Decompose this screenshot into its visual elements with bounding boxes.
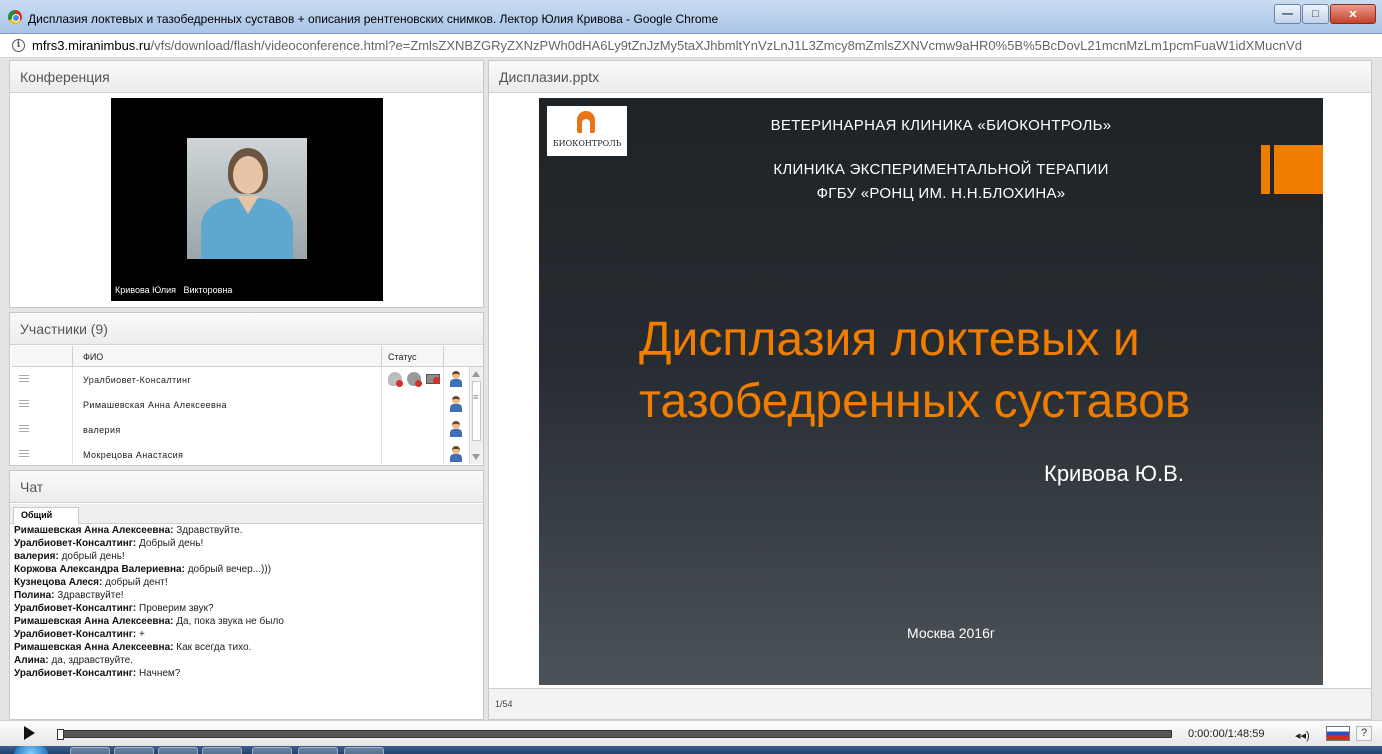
seek-bar[interactable] [60,730,1172,738]
url-path: /vfs/download/flash/videoconference.html… [150,38,1302,53]
table-row[interactable]: Римашевская Анна Алексеевна [12,392,483,417]
chat-tabs: Общий [10,504,483,524]
slide-decoration-block [1274,145,1323,194]
slide-header-clinic: ВЕТЕРИНАРНАЯ КЛИНИКА «БИОКОНТРОЛЬ» [770,117,1112,134]
presentation-title: Дисплазии.pptx [489,61,1371,93]
info-icon[interactable]: i [12,39,25,52]
chat-message: Римашевская Анна Алексеевна: Здравствуйт… [14,525,243,536]
speaker-photo [187,138,307,259]
drag-handle-icon[interactable] [19,375,29,382]
taskbar-item[interactable] [298,747,338,754]
scroll-up-icon[interactable] [472,371,480,377]
table-row[interactable]: Мокрецова Анастасия [12,442,483,464]
presentation-slide[interactable]: БИОКОНТРОЛЬ ВЕТЕРИНАРНАЯ КЛИНИКА «БИОКОН… [539,98,1323,685]
presentation-footer: 1/54 [489,688,1371,719]
playback-time: 0:00:00/1:48:59 [1188,728,1265,740]
participant-name: Римашевская Анна Алексеевна [83,400,227,410]
close-button[interactable]: ✕ [1330,4,1376,24]
volume-icon[interactable]: ◂◂) [1295,729,1315,742]
slide-header-clinic2: КЛИНИКА ЭКСПЕРИМЕНТАЛЬНОЙ ТЕРАПИИ [773,161,1109,178]
participants-panel: Участники (9) ФИО Статус Уралбиовет-Конс… [9,312,484,466]
screen-off-icon[interactable] [426,374,440,384]
table-row[interactable]: Уралбиовет-Консалтинг [12,367,483,392]
user-icon [449,396,463,412]
taskbar-item[interactable] [70,747,110,754]
url-domain: mfrs3.miranimbus.ru [32,38,151,53]
slide-city: Москва 2016г [907,625,995,641]
app-area: Конференция Кривова Юлия Викторовна Учас… [0,58,1382,720]
conference-panel: Конференция Кривова Юлия Викторовна [9,60,484,308]
drag-handle-icon[interactable] [19,425,29,432]
column-status-header[interactable]: Статус [388,352,416,362]
chat-message: Кузнецова Алеся: добрый дент! [14,577,168,588]
chat-title: Чат [10,471,483,503]
chat-message: Уралбиовет-Консалтинг: + [14,629,145,640]
microphone-off-icon[interactable] [388,372,403,387]
chat-panel: Чат Общий Римашевская Анна Алексеевна: З… [9,470,484,720]
clinic-logo-text: БИОКОНТРОЛЬ [552,139,622,148]
chat-log: Римашевская Анна Алексеевна: Здравствуйт… [14,524,480,680]
chrome-icon [8,10,22,24]
minimize-button[interactable]: — [1274,4,1301,24]
scroll-thumb[interactable] [472,381,481,441]
chat-message: Коржова Александра Валериевна: добрый ве… [14,564,272,575]
participant-name: Мокрецова Анастасия [83,450,184,460]
maximize-button[interactable]: □ [1302,4,1329,24]
url-text[interactable]: mfrs3.miranimbus.ru/vfs/download/flash/v… [32,38,1377,53]
window-controls: — □ ✕ [1274,4,1376,24]
taskbar-item[interactable] [158,747,198,754]
conference-title: Конференция [10,61,483,93]
taskbar-item[interactable] [344,747,384,754]
chat-message: Алина: да, здравствуйте. [14,655,133,666]
slide-title: Дисплазия локтевых и тазобедренных суста… [639,313,1191,428]
play-icon[interactable] [24,726,35,740]
scroll-down-icon[interactable] [472,454,480,460]
chat-message: Полина: Здравствуйте! [14,590,124,601]
slide-decoration-bar [1261,145,1270,194]
participant-name: валерия [83,425,121,435]
speaker-name: Кривова Юлия Викторовна [115,285,233,295]
participants-header: ФИО Статус [12,346,483,367]
address-bar[interactable]: i mfrs3.miranimbus.ru/vfs/download/flash… [0,34,1382,58]
help-button[interactable]: ? [1356,726,1372,741]
camera-off-icon[interactable] [407,372,422,387]
participants-title: Участники (9) [10,313,483,345]
drag-handle-icon[interactable] [19,400,29,407]
taskbar-item[interactable] [114,747,154,754]
window-titlebar: Дисплазия локтевых и тазобедренных суста… [0,0,1382,34]
speaker-video[interactable]: Кривова Юлия Викторовна [111,98,383,301]
user-icon [449,446,463,462]
page-counter: 1/54 [495,699,513,709]
drag-handle-icon[interactable] [19,450,29,457]
user-icon [449,421,463,437]
seek-handle[interactable] [57,729,64,740]
taskbar-item[interactable] [202,747,242,754]
russian-flag-icon[interactable] [1326,726,1350,741]
chat-message: валерия: добрый день! [14,551,125,562]
slide-header-institute: ФГБУ «РОНЦ ИМ. Н.Н.БЛОХИНА» [816,185,1066,202]
participant-name: Уралбиовет-Консалтинг [83,375,192,385]
presentation-panel: Дисплазии.pptx БИОКОНТРОЛЬ ВЕТЕРИНАРНАЯ … [488,60,1372,720]
chat-message: Римашевская Анна Алексеевна: Да, пока зв… [14,616,284,627]
column-name-header[interactable]: ФИО [83,352,103,362]
tab-general[interactable]: Общий [13,507,79,524]
slide-author: Кривова Ю.В. [1044,461,1184,486]
table-row[interactable]: валерия [12,417,483,442]
user-icon [449,371,463,387]
chat-message: Уралбиовет-Консалтинг: Начнем? [14,668,181,679]
chat-message: Уралбиовет-Консалтинг: Проверим звук? [14,603,214,614]
chat-message: Уралбиовет-Консалтинг: Добрый день! [14,538,204,549]
media-player-bar: 0:00:00/1:48:59 ◂◂) ? [0,720,1382,746]
participants-table: ФИО Статус Уралбиовет-Консалтинг Римашев [12,346,483,464]
chat-message: Римашевская Анна Алексеевна: Как всегда … [14,642,252,653]
start-icon[interactable] [14,746,48,754]
taskbar-item[interactable] [252,747,292,754]
window-title: Дисплазия локтевых и тазобедренных суста… [28,12,719,26]
participants-scrollbar[interactable] [469,367,483,464]
